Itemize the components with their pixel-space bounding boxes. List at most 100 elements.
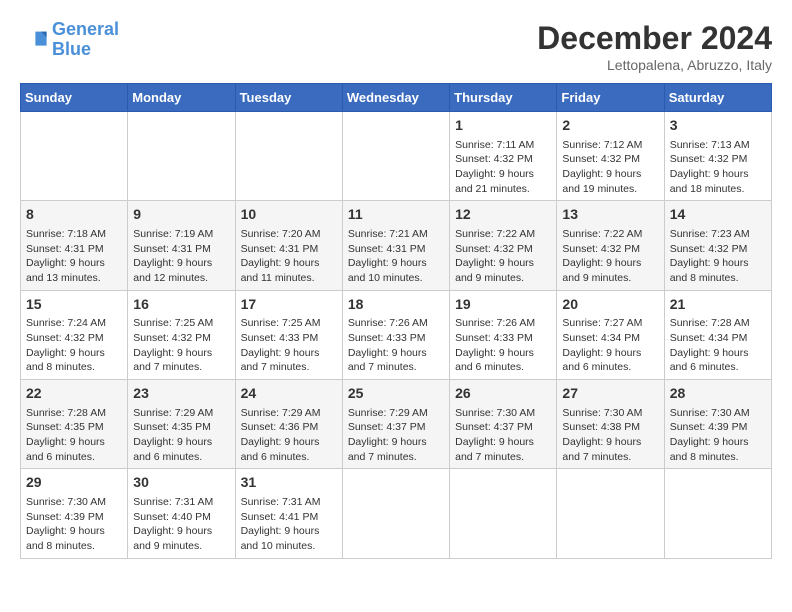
day-number: 2 [562,116,658,136]
calendar-cell: 30Sunrise: 7:31 AMSunset: 4:40 PMDayligh… [128,469,235,558]
day-info: Sunrise: 7:26 AMSunset: 4:33 PMDaylight:… [455,316,551,375]
calendar-cell [342,112,449,201]
day-info: Sunrise: 7:13 AMSunset: 4:32 PMDaylight:… [670,138,766,197]
day-number: 13 [562,205,658,225]
day-info: Sunrise: 7:26 AMSunset: 4:33 PMDaylight:… [348,316,444,375]
day-info: Sunrise: 7:29 AMSunset: 4:36 PMDaylight:… [241,406,337,465]
day-number: 30 [133,473,229,493]
weekday-header-tuesday: Tuesday [235,84,342,112]
day-info: Sunrise: 7:28 AMSunset: 4:35 PMDaylight:… [26,406,122,465]
day-info: Sunrise: 7:30 AMSunset: 4:39 PMDaylight:… [26,495,122,554]
calendar-cell: 23Sunrise: 7:29 AMSunset: 4:35 PMDayligh… [128,380,235,469]
calendar-table: SundayMondayTuesdayWednesdayThursdayFrid… [20,83,772,559]
day-info: Sunrise: 7:30 AMSunset: 4:38 PMDaylight:… [562,406,658,465]
day-number: 21 [670,295,766,315]
weekday-header-sunday: Sunday [21,84,128,112]
day-info: Sunrise: 7:23 AMSunset: 4:32 PMDaylight:… [670,227,766,286]
calendar-cell: 25Sunrise: 7:29 AMSunset: 4:37 PMDayligh… [342,380,449,469]
day-info: Sunrise: 7:29 AMSunset: 4:35 PMDaylight:… [133,406,229,465]
day-number: 18 [348,295,444,315]
calendar-cell: 14Sunrise: 7:23 AMSunset: 4:32 PMDayligh… [664,201,771,290]
calendar-cell: 28Sunrise: 7:30 AMSunset: 4:39 PMDayligh… [664,380,771,469]
page-header: General Blue December 2024 Lettopalena, … [20,20,772,73]
day-info: Sunrise: 7:24 AMSunset: 4:32 PMDaylight:… [26,316,122,375]
day-number: 25 [348,384,444,404]
day-info: Sunrise: 7:31 AMSunset: 4:40 PMDaylight:… [133,495,229,554]
day-number: 19 [455,295,551,315]
logo-icon [20,26,48,54]
day-number: 24 [241,384,337,404]
calendar-cell: 19Sunrise: 7:26 AMSunset: 4:33 PMDayligh… [450,290,557,379]
day-info: Sunrise: 7:29 AMSunset: 4:37 PMDaylight:… [348,406,444,465]
calendar-cell [128,112,235,201]
day-info: Sunrise: 7:20 AMSunset: 4:31 PMDaylight:… [241,227,337,286]
calendar-cell [664,469,771,558]
weekday-header-wednesday: Wednesday [342,84,449,112]
day-number: 11 [348,205,444,225]
day-number: 15 [26,295,122,315]
weekday-header-friday: Friday [557,84,664,112]
day-info: Sunrise: 7:12 AMSunset: 4:32 PMDaylight:… [562,138,658,197]
day-info: Sunrise: 7:22 AMSunset: 4:32 PMDaylight:… [455,227,551,286]
day-info: Sunrise: 7:11 AMSunset: 4:32 PMDaylight:… [455,138,551,197]
day-number: 3 [670,116,766,136]
day-number: 14 [670,205,766,225]
calendar-cell: 29Sunrise: 7:30 AMSunset: 4:39 PMDayligh… [21,469,128,558]
day-info: Sunrise: 7:30 AMSunset: 4:37 PMDaylight:… [455,406,551,465]
day-info: Sunrise: 7:22 AMSunset: 4:32 PMDaylight:… [562,227,658,286]
calendar-cell: 15Sunrise: 7:24 AMSunset: 4:32 PMDayligh… [21,290,128,379]
calendar-cell: 22Sunrise: 7:28 AMSunset: 4:35 PMDayligh… [21,380,128,469]
day-number: 20 [562,295,658,315]
day-info: Sunrise: 7:21 AMSunset: 4:31 PMDaylight:… [348,227,444,286]
calendar-cell: 8Sunrise: 7:18 AMSunset: 4:31 PMDaylight… [21,201,128,290]
calendar-cell: 24Sunrise: 7:29 AMSunset: 4:36 PMDayligh… [235,380,342,469]
day-info: Sunrise: 7:25 AMSunset: 4:32 PMDaylight:… [133,316,229,375]
calendar-cell: 17Sunrise: 7:25 AMSunset: 4:33 PMDayligh… [235,290,342,379]
calendar-cell: 1Sunrise: 7:11 AMSunset: 4:32 PMDaylight… [450,112,557,201]
day-number: 9 [133,205,229,225]
day-info: Sunrise: 7:27 AMSunset: 4:34 PMDaylight:… [562,316,658,375]
day-info: Sunrise: 7:19 AMSunset: 4:31 PMDaylight:… [133,227,229,286]
day-number: 23 [133,384,229,404]
day-number: 29 [26,473,122,493]
logo-text: General Blue [52,20,119,60]
weekday-header-saturday: Saturday [664,84,771,112]
calendar-cell: 18Sunrise: 7:26 AMSunset: 4:33 PMDayligh… [342,290,449,379]
month-title: December 2024 [537,20,772,57]
calendar-cell: 11Sunrise: 7:21 AMSunset: 4:31 PMDayligh… [342,201,449,290]
calendar-cell: 13Sunrise: 7:22 AMSunset: 4:32 PMDayligh… [557,201,664,290]
calendar-cell: 10Sunrise: 7:20 AMSunset: 4:31 PMDayligh… [235,201,342,290]
title-block: December 2024 Lettopalena, Abruzzo, Ital… [537,20,772,73]
calendar-cell [557,469,664,558]
calendar-cell [21,112,128,201]
weekday-header-monday: Monday [128,84,235,112]
day-info: Sunrise: 7:18 AMSunset: 4:31 PMDaylight:… [26,227,122,286]
calendar-cell: 12Sunrise: 7:22 AMSunset: 4:32 PMDayligh… [450,201,557,290]
day-number: 27 [562,384,658,404]
calendar-cell: 27Sunrise: 7:30 AMSunset: 4:38 PMDayligh… [557,380,664,469]
day-number: 1 [455,116,551,136]
day-info: Sunrise: 7:25 AMSunset: 4:33 PMDaylight:… [241,316,337,375]
calendar-cell: 3Sunrise: 7:13 AMSunset: 4:32 PMDaylight… [664,112,771,201]
day-number: 22 [26,384,122,404]
day-number: 31 [241,473,337,493]
calendar-cell: 9Sunrise: 7:19 AMSunset: 4:31 PMDaylight… [128,201,235,290]
day-number: 16 [133,295,229,315]
day-number: 17 [241,295,337,315]
calendar-cell [342,469,449,558]
calendar-cell [235,112,342,201]
location: Lettopalena, Abruzzo, Italy [537,57,772,73]
day-info: Sunrise: 7:31 AMSunset: 4:41 PMDaylight:… [241,495,337,554]
day-number: 26 [455,384,551,404]
day-number: 28 [670,384,766,404]
day-number: 12 [455,205,551,225]
calendar-cell: 31Sunrise: 7:31 AMSunset: 4:41 PMDayligh… [235,469,342,558]
day-number: 10 [241,205,337,225]
calendar-cell: 2Sunrise: 7:12 AMSunset: 4:32 PMDaylight… [557,112,664,201]
day-info: Sunrise: 7:30 AMSunset: 4:39 PMDaylight:… [670,406,766,465]
calendar-cell: 20Sunrise: 7:27 AMSunset: 4:34 PMDayligh… [557,290,664,379]
calendar-cell: 26Sunrise: 7:30 AMSunset: 4:37 PMDayligh… [450,380,557,469]
calendar-cell: 16Sunrise: 7:25 AMSunset: 4:32 PMDayligh… [128,290,235,379]
weekday-header-thursday: Thursday [450,84,557,112]
day-info: Sunrise: 7:28 AMSunset: 4:34 PMDaylight:… [670,316,766,375]
